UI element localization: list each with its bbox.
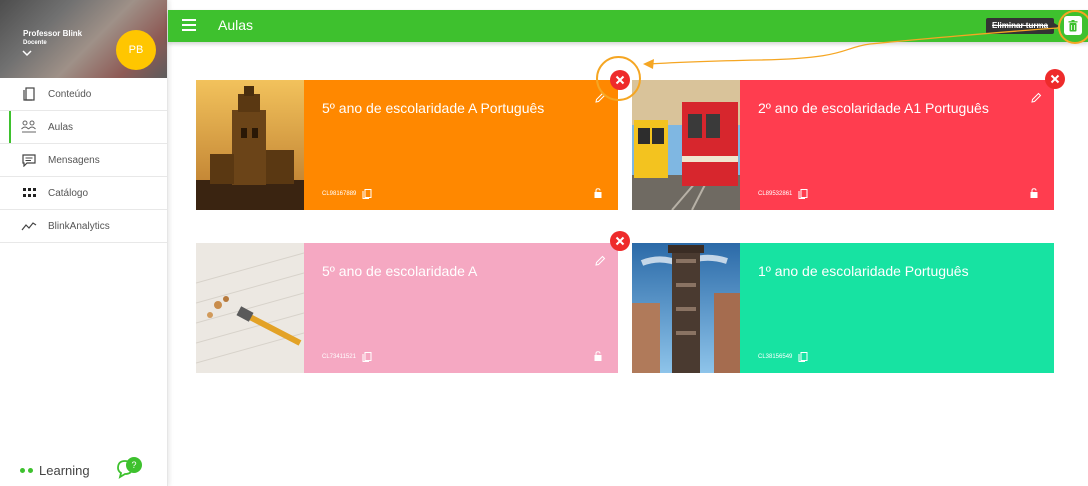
- class-card-title: 2º ano de escolaridade A1 Português: [758, 100, 989, 116]
- chevron-down-icon[interactable]: [22, 49, 32, 57]
- edit-icon[interactable]: [1030, 92, 1042, 104]
- class-card-image: [196, 243, 304, 373]
- lock-icon[interactable]: [1030, 188, 1038, 198]
- delete-class-tooltip: Eliminar turma: [986, 18, 1060, 34]
- analytics-icon: [20, 217, 38, 235]
- app-root: Professor Blink Docente PB Conteúdo Aula…: [0, 0, 1088, 486]
- close-icon: [1050, 74, 1060, 84]
- delete-class-button[interactable]: [610, 70, 630, 90]
- class-code-value: CL73411521: [322, 354, 356, 360]
- class-card-title: 1º ano de escolaridade Português: [758, 263, 969, 279]
- learning-label: Learning: [39, 463, 90, 478]
- class-card[interactable]: 5º ano de escolaridade A CL73411521: [196, 243, 618, 373]
- people-icon: [20, 118, 38, 136]
- edit-icon[interactable]: [594, 92, 606, 104]
- class-code: CL98167889: [322, 189, 372, 199]
- copy-icon[interactable]: [362, 352, 372, 362]
- copy-icon[interactable]: [798, 352, 808, 362]
- delete-class-button[interactable]: [1045, 69, 1065, 89]
- sidebar-item-label: BlinkAnalytics: [48, 220, 110, 232]
- help-badge: ?: [131, 460, 136, 470]
- delete-class-button[interactable]: [610, 231, 630, 251]
- class-card-title: 5º ano de escolaridade A Português: [322, 100, 545, 116]
- sidebar: Professor Blink Docente PB Conteúdo Aula…: [0, 0, 168, 486]
- class-card-image: [632, 80, 740, 210]
- sidebar-item-catalogo[interactable]: Catálogo: [0, 177, 167, 210]
- sidebar-item-label: Conteúdo: [48, 88, 92, 100]
- lock-icon[interactable]: [594, 351, 602, 361]
- logo-dot-icon: [28, 468, 33, 473]
- logo-dot-icon: [20, 468, 25, 473]
- sidebar-item-label: Catálogo: [48, 187, 89, 199]
- class-card-body: 2º ano de escolaridade A1 Português CL89…: [740, 80, 1054, 210]
- class-card-body: 5º ano de escolaridade A Português CL981…: [304, 80, 618, 210]
- class-card-body: 5º ano de escolaridade A CL73411521: [304, 243, 618, 373]
- close-icon: [615, 75, 625, 85]
- top-bar: Aulas Eliminar turma: [168, 10, 1088, 42]
- profile-name: Professor Blink: [23, 29, 83, 38]
- avatar[interactable]: PB: [116, 30, 156, 70]
- sidebar-item-conteudo[interactable]: Conteúdo: [0, 78, 167, 111]
- class-card-title: 5º ano de escolaridade A: [322, 263, 478, 279]
- class-code-value: CL89532861: [758, 191, 793, 197]
- class-code-value: CL98167889: [322, 191, 357, 197]
- page-title: Aulas: [218, 17, 254, 33]
- class-card[interactable]: 2º ano de escolaridade A1 Português CL89…: [632, 80, 1054, 210]
- hamburger-menu-icon[interactable]: [182, 19, 196, 31]
- class-card-image: [632, 243, 740, 373]
- class-card-image: [196, 80, 304, 210]
- class-code-value: CL38156549: [758, 354, 793, 360]
- trash-icon: [1068, 19, 1078, 31]
- lock-icon[interactable]: [594, 188, 602, 198]
- class-card-body: 1º ano de escolaridade Português CL38156…: [740, 243, 1054, 373]
- message-icon: [20, 151, 38, 169]
- copy-icon[interactable]: [362, 189, 372, 199]
- edit-icon[interactable]: [594, 255, 606, 267]
- sidebar-item-blinkanalytics[interactable]: BlinkAnalytics: [0, 210, 167, 243]
- learning-logo[interactable]: Learning: [20, 463, 90, 478]
- class-code: CL89532861: [758, 189, 808, 199]
- document-icon: [20, 85, 38, 103]
- profile-header[interactable]: Professor Blink Docente PB: [0, 0, 167, 78]
- copy-icon[interactable]: [798, 189, 808, 199]
- sidebar-item-label: Aulas: [48, 121, 74, 133]
- grid-icon: [20, 184, 38, 202]
- class-code: CL73411521: [322, 352, 372, 362]
- class-card[interactable]: 5º ano de escolaridade A Português CL981…: [196, 80, 618, 210]
- class-card[interactable]: 1º ano de escolaridade Português CL38156…: [632, 243, 1054, 373]
- close-icon: [615, 236, 625, 246]
- delete-class-button[interactable]: [1064, 16, 1082, 35]
- help-chat-icon[interactable]: ?: [114, 456, 144, 480]
- sidebar-nav: Conteúdo Aulas Mensagens Catálogo BlinkA…: [0, 78, 167, 243]
- sidebar-item-aulas[interactable]: Aulas: [0, 111, 167, 144]
- sidebar-item-mensagens[interactable]: Mensagens: [0, 144, 167, 177]
- sidebar-item-label: Mensagens: [48, 154, 100, 166]
- class-code: CL38156549: [758, 352, 808, 362]
- profile-role: Docente: [23, 40, 47, 46]
